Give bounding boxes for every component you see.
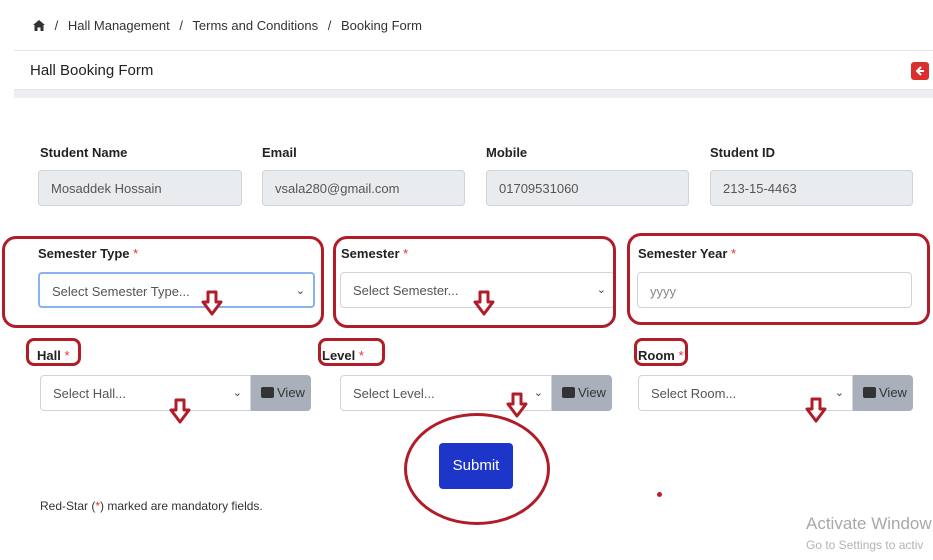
- breadcrumb-hall-management[interactable]: Hall Management: [68, 18, 170, 33]
- email-label: Email: [262, 145, 297, 160]
- annotation-box-semester-type: [2, 236, 324, 328]
- annotation-box-room: [634, 338, 688, 366]
- header-divider: [14, 90, 933, 98]
- email-field: vsala280@gmail.com: [262, 170, 465, 206]
- down-arrow-icon: [473, 290, 495, 316]
- chevron-down-icon: ⌄: [533, 387, 543, 399]
- activation-watermark-subtitle: Go to Settings to activ: [806, 538, 924, 552]
- student-id-field: 213-15-4463: [710, 170, 913, 206]
- home-icon[interactable]: [33, 20, 45, 31]
- image-icon: [261, 387, 274, 398]
- hall-select[interactable]: Select Hall... ⌄: [40, 375, 251, 411]
- down-arrow-icon: [506, 392, 528, 418]
- breadcrumb: / Hall Management / Terms and Conditions…: [0, 0, 933, 46]
- down-arrow-icon: [169, 398, 191, 424]
- mobile-label: Mobile: [486, 145, 528, 160]
- breadcrumb-separator: /: [179, 18, 184, 33]
- annotation-oval-submit: [404, 413, 550, 525]
- mandatory-note: Red-Star (*) marked are mandatory fields…: [40, 499, 263, 513]
- student-name-label: Student Name: [40, 145, 128, 160]
- level-view-button[interactable]: View: [552, 375, 612, 411]
- annotation-box-level: [318, 338, 385, 366]
- down-arrow-icon: [805, 397, 827, 423]
- chevron-down-icon: ⌄: [232, 387, 242, 399]
- down-arrow-icon: [201, 290, 223, 316]
- breadcrumb-separator: /: [54, 18, 59, 33]
- student-id-label: Student ID: [710, 145, 775, 160]
- student-name-field: Mosaddek Hossain: [38, 170, 242, 206]
- hall-view-button[interactable]: View: [251, 375, 311, 411]
- room-view-button[interactable]: View: [853, 375, 913, 411]
- back-button[interactable]: [911, 62, 929, 80]
- breadcrumb-separator: /: [327, 18, 332, 33]
- annotation-box-semester-year: [627, 233, 930, 325]
- image-icon: [863, 387, 876, 398]
- annotation-dot: [657, 492, 662, 497]
- form-header: Hall Booking Form: [14, 50, 933, 90]
- page-title: Hall Booking Form: [30, 62, 154, 79]
- activation-watermark-title: Activate Window: [806, 514, 932, 533]
- chevron-down-icon: ⌄: [834, 387, 844, 399]
- back-arrow-icon: [915, 66, 924, 76]
- image-icon: [562, 387, 575, 398]
- breadcrumb-booking-form: Booking Form: [341, 18, 422, 33]
- breadcrumb-terms[interactable]: Terms and Conditions: [192, 18, 318, 33]
- annotation-box-hall: [26, 338, 81, 366]
- mobile-field: 01709531060: [486, 170, 689, 206]
